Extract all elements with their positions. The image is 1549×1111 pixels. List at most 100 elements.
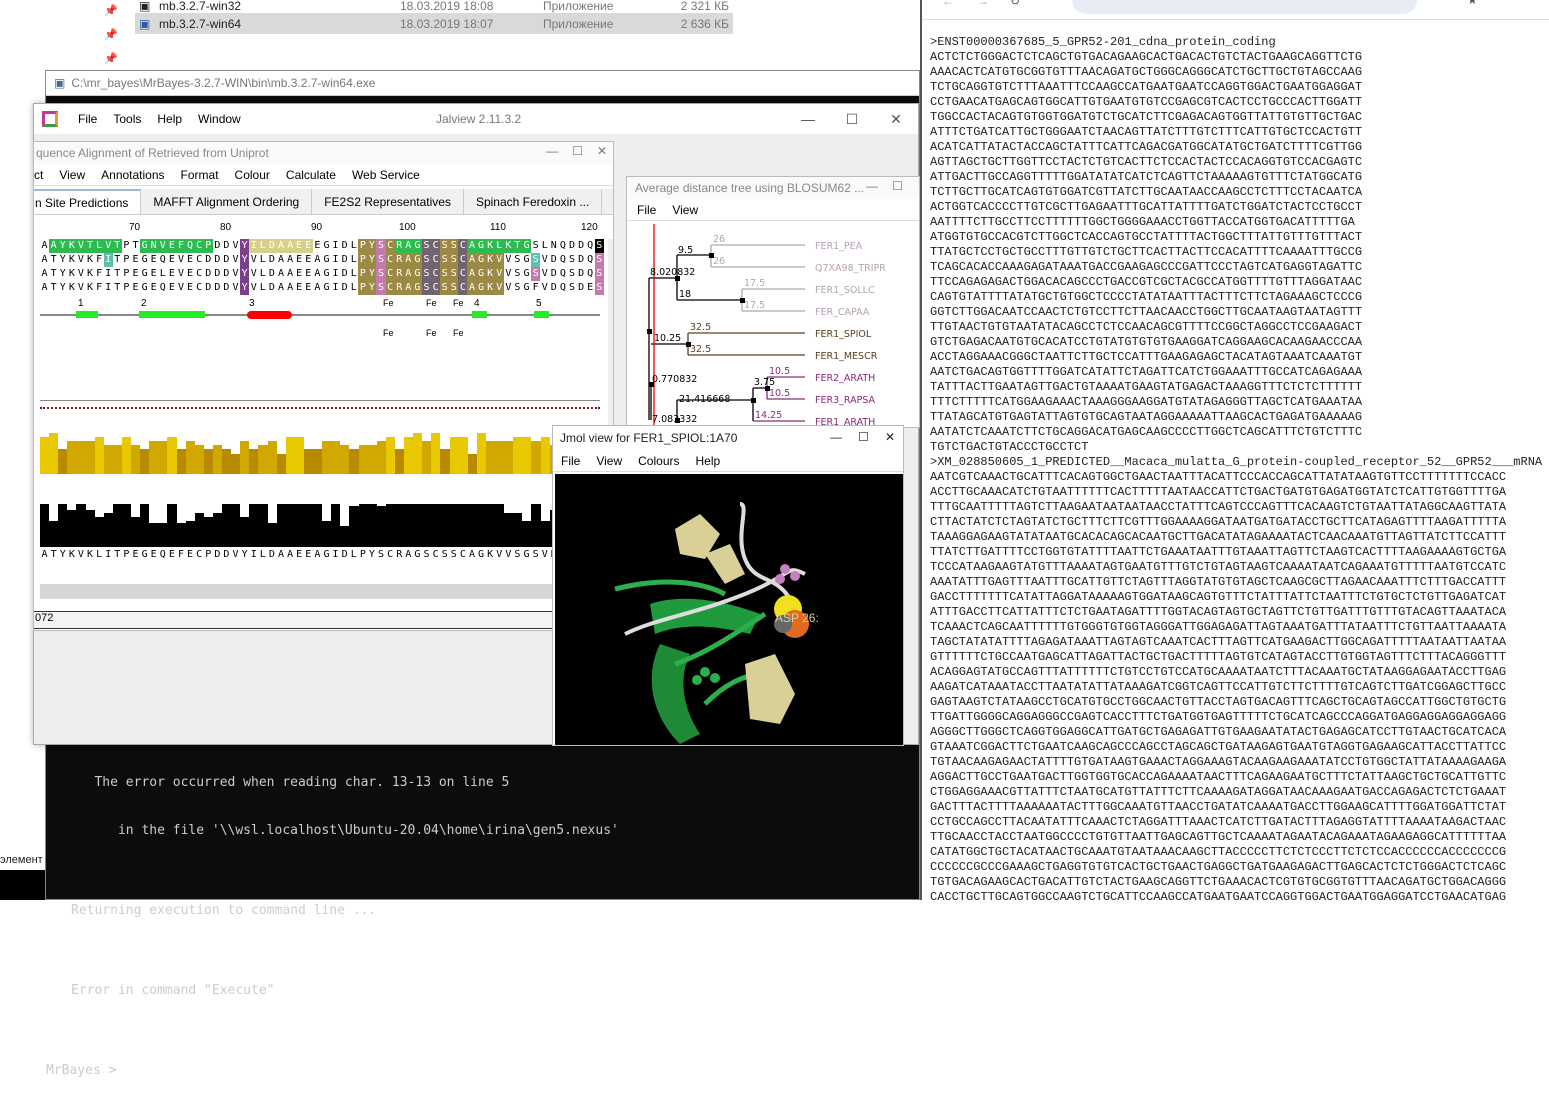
residue[interactable]: A xyxy=(276,267,285,281)
leaf-label[interactable]: FER_CAPAA xyxy=(815,307,870,318)
residue[interactable]: K xyxy=(67,239,77,253)
residue[interactable]: I xyxy=(331,281,340,295)
residue[interactable]: E xyxy=(313,239,322,253)
residue[interactable]: S xyxy=(513,267,522,281)
residue[interactable]: I xyxy=(104,281,113,295)
alignment-titlebar[interactable]: quence Alignment of Retrieved from Unipr… xyxy=(34,142,613,164)
residue[interactable]: D xyxy=(267,253,276,267)
leaf-label[interactable]: FER1_SOLLC xyxy=(815,285,875,296)
residue[interactable]: D xyxy=(213,267,222,281)
residue[interactable]: E xyxy=(303,239,313,253)
residue[interactable]: A xyxy=(286,281,295,295)
residue[interactable]: S xyxy=(567,267,576,281)
residue[interactable]: Q xyxy=(185,239,195,253)
residue[interactable]: V xyxy=(158,239,168,253)
menu-view[interactable]: View xyxy=(51,168,93,182)
residue[interactable]: I xyxy=(249,239,259,253)
residue[interactable]: E xyxy=(131,267,140,281)
residue[interactable]: G xyxy=(476,253,486,267)
residue[interactable]: E xyxy=(149,267,158,281)
residue[interactable]: T xyxy=(113,253,122,267)
residue[interactable]: A xyxy=(285,239,295,253)
residue[interactable]: V xyxy=(504,281,513,295)
minimize-button[interactable]: — xyxy=(546,144,558,158)
residue[interactable]: S xyxy=(449,281,459,295)
residue[interactable]: V xyxy=(103,239,113,253)
residue[interactable]: V xyxy=(249,267,258,281)
residue[interactable]: C xyxy=(195,253,204,267)
residue[interactable]: G xyxy=(140,253,149,267)
residue[interactable]: E xyxy=(167,281,176,295)
reload-icon[interactable]: ↻ xyxy=(1010,0,1020,8)
residue[interactable]: C xyxy=(458,239,468,253)
residue[interactable]: V xyxy=(494,267,504,281)
residue[interactable]: A xyxy=(467,267,477,281)
menu-help[interactable]: Help xyxy=(149,112,190,126)
residue[interactable]: G xyxy=(322,253,331,267)
residue[interactable]: E xyxy=(186,253,195,267)
residue[interactable]: E xyxy=(295,267,304,281)
residue[interactable]: N xyxy=(149,239,159,253)
residue[interactable]: S xyxy=(513,281,522,295)
residue[interactable]: Y xyxy=(240,281,250,295)
residue[interactable]: D xyxy=(213,281,222,295)
residue[interactable]: D xyxy=(577,281,586,295)
residue[interactable]: K xyxy=(67,253,76,267)
residue[interactable]: V xyxy=(176,267,185,281)
residue[interactable]: S xyxy=(376,239,386,253)
residue[interactable]: Y xyxy=(58,239,68,253)
residue[interactable]: V xyxy=(504,267,513,281)
residue[interactable]: D xyxy=(222,281,231,295)
residue[interactable]: S xyxy=(421,239,432,253)
residue[interactable]: F xyxy=(176,239,186,253)
residue[interactable]: C xyxy=(385,239,395,253)
residue[interactable]: D xyxy=(340,281,349,295)
menu-file[interactable]: File xyxy=(553,454,588,468)
residue[interactable]: G xyxy=(476,281,486,295)
residue[interactable]: G xyxy=(521,239,532,253)
pin-icon[interactable]: 📌 xyxy=(104,28,118,41)
residue[interactable]: G xyxy=(322,281,331,295)
residue[interactable]: G xyxy=(322,239,331,253)
residue[interactable]: E xyxy=(149,281,158,295)
console-output[interactable]: The error occurred when reading char. 13… xyxy=(46,743,619,1111)
residue[interactable]: D xyxy=(204,267,213,281)
residue[interactable]: V xyxy=(494,281,504,295)
jmol-titlebar[interactable]: Jmol view for FER1_SPIOL:1A70 — ☐ ✕ xyxy=(553,426,903,450)
close-button[interactable]: ✕ xyxy=(885,430,895,444)
residue[interactable]: V xyxy=(76,281,85,295)
residue[interactable]: T xyxy=(113,267,122,281)
residue[interactable]: N xyxy=(549,239,558,253)
residue[interactable]: S xyxy=(531,253,541,267)
residue[interactable]: L xyxy=(349,267,358,281)
residue[interactable]: D xyxy=(213,253,222,267)
residue[interactable]: S xyxy=(531,267,541,281)
tree-node[interactable] xyxy=(751,398,756,403)
residue[interactable]: S xyxy=(449,253,459,267)
residue[interactable]: P xyxy=(358,267,368,281)
residue[interactable]: C xyxy=(385,281,395,295)
residue[interactable]: D xyxy=(577,267,586,281)
residue[interactable]: A xyxy=(467,281,477,295)
tab-site-predictions[interactable]: n Site Predictions xyxy=(34,189,142,214)
residue[interactable]: E xyxy=(131,281,140,295)
residue[interactable]: C xyxy=(195,281,204,295)
leaf-label[interactable]: Q7XA98_TRIPR xyxy=(815,263,886,274)
residue[interactable]: L xyxy=(349,239,358,253)
residue[interactable]: K xyxy=(67,267,76,281)
bookmark-star-icon[interactable]: ★ xyxy=(1467,0,1478,7)
residue[interactable]: S xyxy=(440,253,450,267)
residue[interactable]: A xyxy=(276,281,285,295)
residue[interactable]: D xyxy=(204,253,213,267)
menu-colour[interactable]: Colour xyxy=(227,168,278,182)
tab-fe2s2-representatives[interactable]: FE2S2 Representatives xyxy=(312,189,464,214)
residue[interactable]: S xyxy=(376,253,386,267)
menu-web-service[interactable]: Web Service xyxy=(344,168,428,182)
console-titlebar[interactable]: ▣ C:\mr_bayes\MrBayes-3.2.7-WIN\bin\mb.3… xyxy=(46,71,919,96)
menu-file[interactable]: File xyxy=(70,112,105,126)
residue[interactable]: S xyxy=(421,267,432,281)
residue[interactable]: T xyxy=(49,253,58,267)
residue[interactable]: A xyxy=(276,253,285,267)
residue[interactable]: G xyxy=(412,253,422,267)
residue[interactable]: A xyxy=(286,253,295,267)
